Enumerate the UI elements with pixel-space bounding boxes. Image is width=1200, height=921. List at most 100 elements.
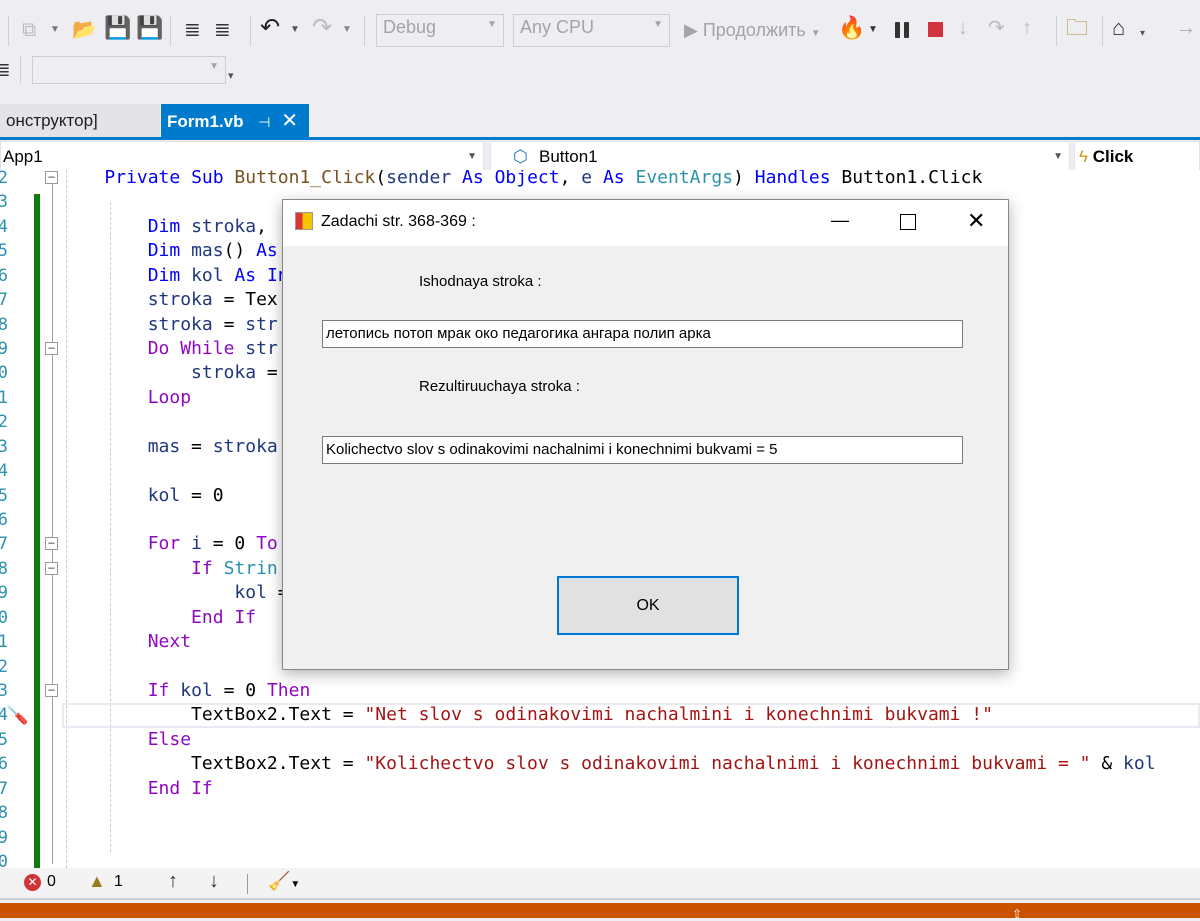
line-number: 2 (0, 656, 8, 677)
indent-icon[interactable]: ≣ (184, 18, 201, 42)
redo-icon[interactable]: ↷ (312, 16, 332, 40)
outdent-icon[interactable]: ≣ (214, 18, 231, 42)
result-textbox[interactable]: Kolichectvo slov s odinakovimi nachalnim… (322, 436, 963, 464)
minimize-button[interactable]: — (831, 210, 849, 231)
publish-icon[interactable]: ⇧ (1012, 907, 1022, 921)
dialog-titlebar[interactable]: Zadachi str. 368-369 : — ✕ (283, 200, 1008, 246)
line-number: 8 (0, 558, 8, 579)
code-text: If kol = 0 Then (61, 679, 311, 703)
next-issue-icon[interactable]: ↓ (209, 870, 219, 893)
warning-count[interactable]: 1 (114, 873, 123, 891)
step-out-icon[interactable]: ↑ (1022, 16, 1032, 40)
close-button[interactable]: ✕ (967, 208, 985, 234)
step-into-icon[interactable]: ↓ (958, 16, 968, 40)
chevron-down-icon[interactable]: ▼ (342, 18, 352, 42)
event-combo[interactable]: ϟ Click (1074, 141, 1200, 171)
code-line[interactable]: 3 − If kol = 0 Then (0, 679, 1200, 703)
pause-icon[interactable] (895, 22, 900, 38)
code-line[interactable]: 8 (0, 801, 1200, 825)
code-token: Button1.Click (830, 170, 983, 188)
collapse-icon[interactable]: − (45, 684, 58, 698)
close-icon[interactable]: ✕ (281, 110, 298, 132)
line-number: 9 (0, 583, 8, 604)
save-icon[interactable]: 💾 (104, 16, 131, 40)
overflow-icon[interactable]: ▾ (1140, 22, 1145, 46)
previous-issue-icon[interactable]: ↑ (168, 870, 178, 893)
code-line[interactable]: 4 TextBox2.Text = "Net slov s odinakovim… (0, 703, 1200, 727)
code-line[interactable]: 6 TextBox2.Text = "Kolichectvo slov s od… (0, 752, 1200, 776)
code-line[interactable]: 5 Else (0, 728, 1200, 752)
error-count[interactable]: 0 (47, 873, 56, 891)
undo-icon[interactable]: ↶ (260, 16, 280, 40)
object-icon: ⬡ (513, 147, 528, 166)
arrow-right-icon[interactable]: → (1176, 16, 1196, 40)
ok-button[interactable]: OK (557, 576, 739, 635)
chevron-down-icon[interactable]: ▼ (290, 18, 300, 42)
separator (20, 56, 21, 84)
step-over-icon[interactable]: ↷ (988, 16, 1005, 40)
overflow-icon[interactable]: ▾ (228, 64, 234, 88)
code-token: Dim (147, 215, 181, 237)
code-text: For i = 0 To (61, 532, 278, 556)
code-token: Loop (147, 386, 192, 408)
save-all-icon[interactable]: 💾 (136, 16, 163, 40)
code-cleanup-brush-icon[interactable]: 🧹▼ (268, 871, 300, 892)
object-combo[interactable]: ⬡ Button1 ▼ (490, 141, 1070, 171)
continue-button[interactable]: ▶ Продолжить ▼ (684, 18, 821, 46)
start-window-icon[interactable]: ⌂ (1112, 16, 1125, 40)
code-line[interactable]: 2 − Private Sub Button1_Click(sender As O… (0, 170, 1200, 190)
configuration-combo[interactable]: Debug ▼ (376, 14, 504, 47)
line-number: 7 (0, 290, 8, 311)
chevron-down-icon: ▼ (1053, 151, 1063, 162)
list-icon[interactable]: ≣ (0, 58, 11, 82)
chevron-down-icon[interactable]: ▼ (50, 18, 60, 42)
error-icon[interactable]: ✕ (24, 874, 41, 891)
code-text: Private Sub Button1_Click(sender As Obje… (61, 170, 982, 190)
tab-form1-vb[interactable]: Form1.vb ⊣ ✕ (161, 104, 309, 138)
chevron-down-icon[interactable]: ▼ (868, 18, 878, 42)
separator (1102, 16, 1103, 46)
code-token: Private (104, 170, 181, 188)
warning-icon[interactable]: ▲ (88, 871, 106, 892)
empty-combo[interactable]: ▼ (32, 56, 226, 84)
maximize-button[interactable] (900, 214, 916, 230)
code-text: Loop (61, 386, 191, 410)
hot-reload-icon[interactable]: 🔥 (838, 16, 865, 40)
code-token: str (245, 313, 278, 335)
code-text: End If (61, 606, 256, 630)
code-token: As (256, 240, 278, 262)
collapse-icon[interactable]: − (45, 342, 58, 355)
collapse-icon[interactable]: − (45, 537, 58, 551)
code-token: Next (147, 631, 192, 653)
find-in-files-icon[interactable]: 🗀 (1066, 16, 1088, 40)
tab-designer[interactable]: онструктор] (0, 104, 160, 138)
new-project-icon[interactable]: ⧉ (22, 18, 36, 42)
code-token: e (581, 170, 593, 188)
input-textbox[interactable]: летопись потоп мрак око педагогика ангар… (322, 320, 963, 348)
collapse-icon[interactable]: − (45, 561, 58, 575)
code-text: Else (61, 728, 191, 752)
project-combo[interactable]: App1 ▼ (0, 141, 484, 171)
line-number: 0 (0, 852, 8, 868)
code-token: stroka (191, 362, 257, 384)
platform-combo[interactable]: Any CPU ▼ (513, 14, 670, 47)
open-folder-icon[interactable]: 📂 (72, 18, 97, 42)
code-line[interactable]: 9 (0, 826, 1200, 850)
code-line[interactable]: 7 End If (0, 777, 1200, 801)
code-line[interactable]: 0 (0, 850, 1200, 868)
collapse-icon[interactable]: − (45, 171, 58, 184)
stop-icon[interactable] (928, 22, 943, 37)
pin-icon[interactable]: ⊣ (258, 114, 270, 130)
code-token: Handles (754, 170, 831, 188)
code-token: kol (1123, 753, 1156, 775)
